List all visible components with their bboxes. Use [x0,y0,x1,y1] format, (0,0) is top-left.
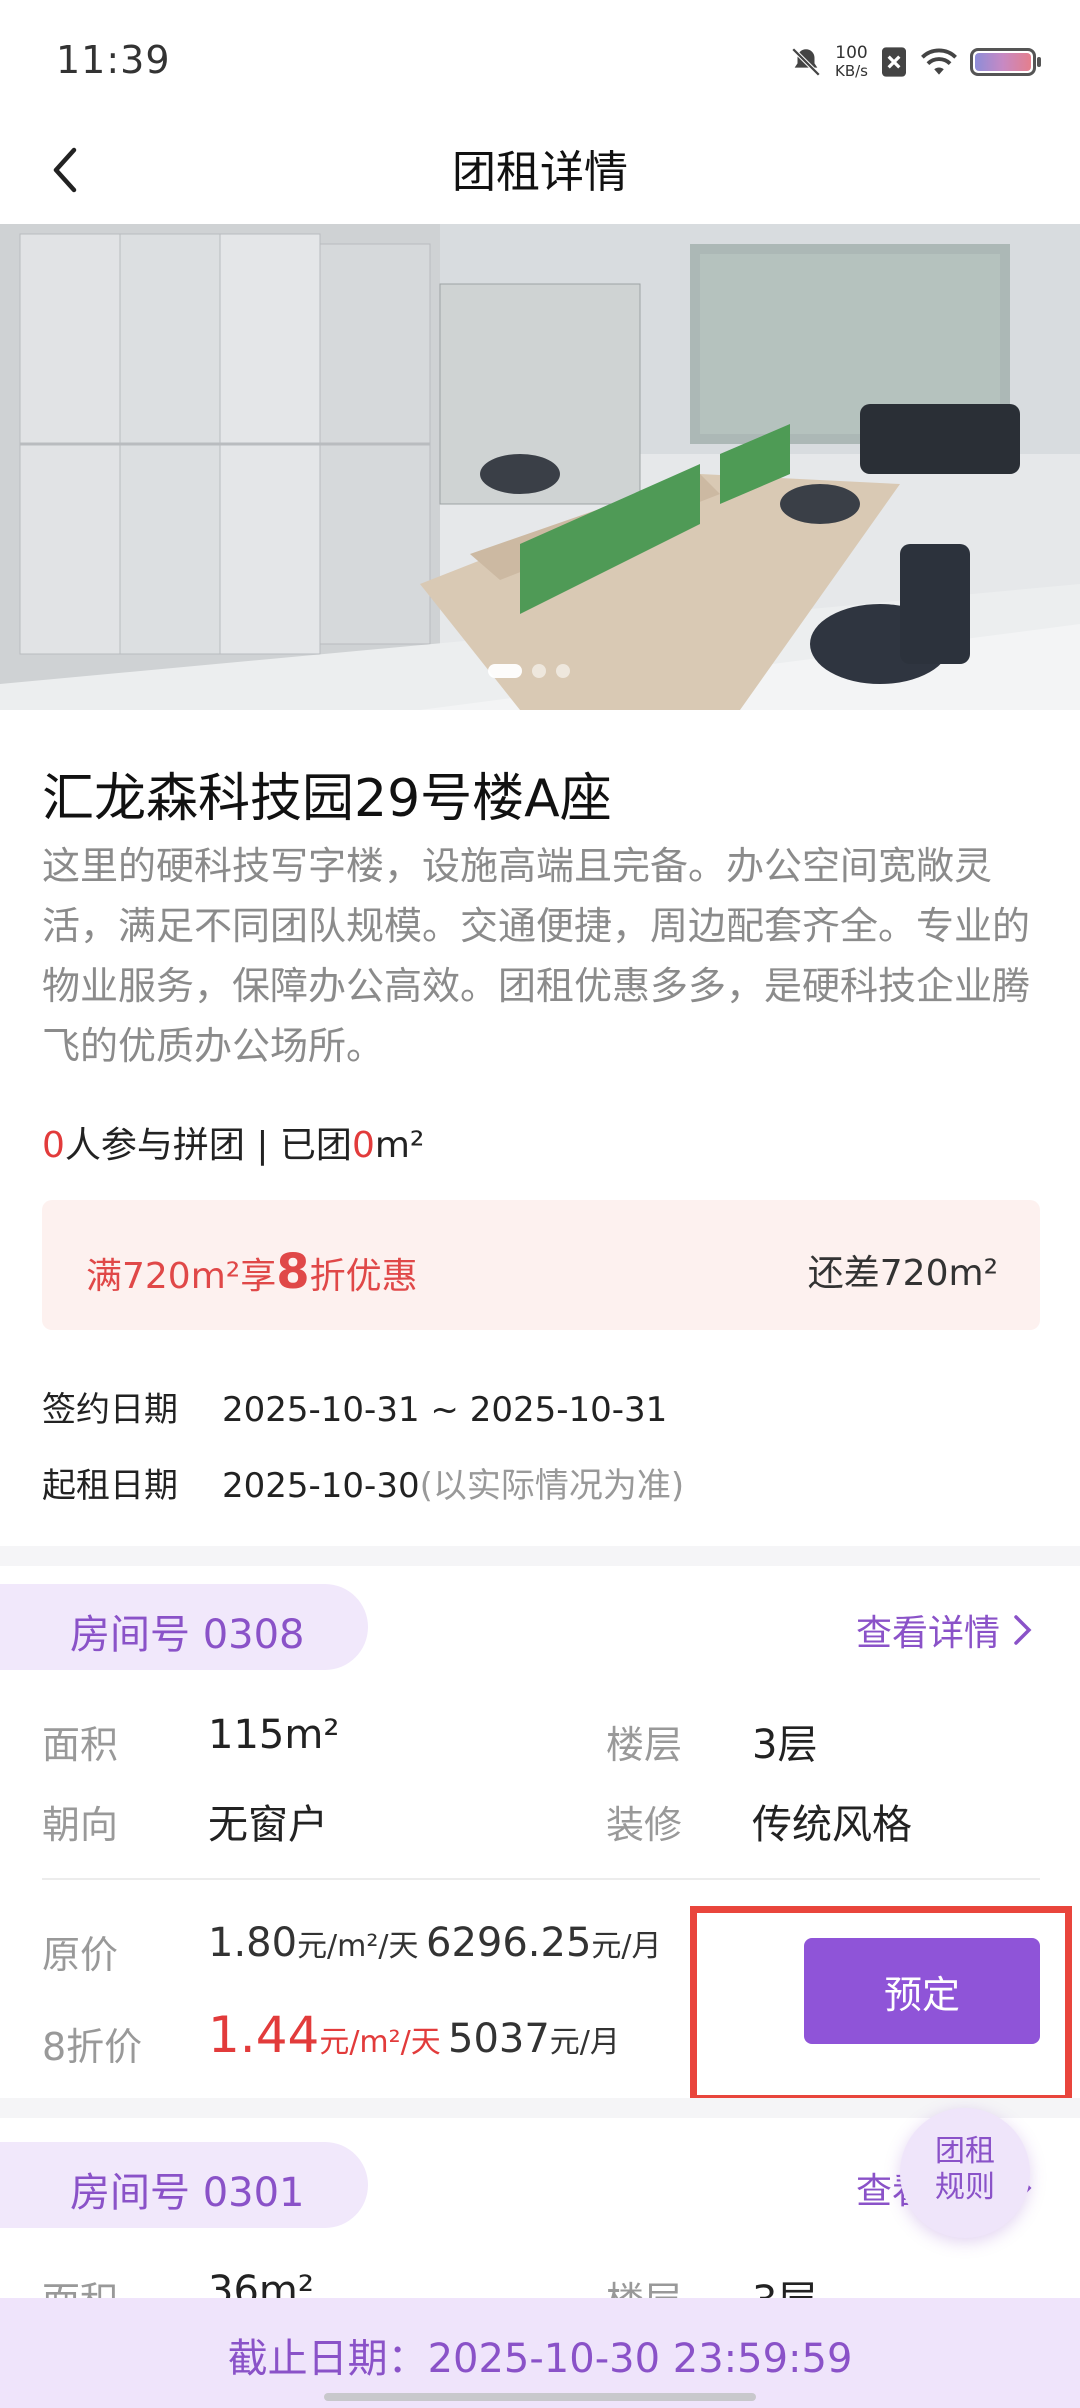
start-date-note: (以实际情况为准) [419,1466,685,1506]
floor-value: 3层 [752,1722,818,1768]
decoration-value: 传统风格 [752,1802,912,1848]
discount-rule: 满720m²享8折优惠 [86,1244,418,1300]
orientation-value: 无窗户 [208,1802,328,1848]
participants-text: 人参与拼团 | 已团 [64,1125,352,1166]
room-tag: 房间号 0308 [0,1584,368,1670]
area-label: 面积 [42,1723,119,1767]
wifi-icon [921,48,957,75]
discount-price-label: 8折价 [42,2025,143,2069]
status-time: 11:39 [56,38,171,82]
participants-count: 0 [42,1125,65,1166]
decoration-label: 装修 [606,1803,683,1847]
page-title: 团租详情 [452,147,628,198]
floor-label: 楼层 [606,1723,683,1767]
remaining-area: 还差720m² [807,1253,998,1294]
status-bar: 11:39 100 KB/s [0,0,1080,120]
discount-banner: 满720m²享8折优惠 还差720m² [42,1200,1040,1330]
deadline-text: 截止日期：2025-10-30 23:59:59 [227,2336,853,2382]
battery-icon [970,48,1041,76]
nav-bar: 团租详情 [0,120,1080,224]
carousel-dot [532,664,546,678]
sign-date-row: 签约日期 2025-10-31 ~ 2025-10-31 [42,1382,667,1431]
group-participation-summary: 0人参与拼团 | 已团0m² [42,1116,424,1168]
section-divider [0,1546,1080,1566]
grouped-area: 0 [351,1125,375,1166]
property-description: 这里的硬科技写字楼，设施高端且完备。办公空间宽敞灵活，满足不同团队规模。交通便捷… [42,844,1031,1068]
start-date-value: 2025-10-30 [222,1466,420,1506]
sign-date-label: 签约日期 [42,1390,178,1430]
room-tag: 房间号 0301 [0,2142,368,2228]
carousel-dot [556,664,570,678]
home-indicator[interactable] [324,2393,756,2401]
orientation-label: 朝向 [42,1803,119,1847]
network-speed: 100 KB/s [835,43,868,80]
original-price-label: 原价 [42,1933,119,1977]
original-monthly-price: 6296.25元/月 [426,1920,662,1966]
original-daily-price: 1.80元/m²/天 [208,1920,419,1966]
start-date-label: 起租日期 [42,1466,178,1506]
mute-bell-icon [791,47,821,77]
divider [42,1878,1040,1880]
property-name: 汇龙森科技园29号楼A座 [42,769,612,829]
carousel-indicator [488,664,570,678]
sign-date-value: 2025-10-31 ~ 2025-10-31 [222,1390,668,1430]
sim-blocked-icon [882,47,906,77]
property-photo-carousel[interactable] [0,224,1080,710]
discount-daily-price: 1.44元/m²/天 [208,2006,441,2064]
section-divider [0,2098,1080,2118]
area-value: 115m² [208,1712,340,1758]
carousel-dot [488,664,522,678]
discount-monthly-price: 5037元/月 [448,2016,620,2062]
office-photo [0,224,1080,710]
book-button[interactable]: 预定 [804,1938,1040,2044]
group-rent-rules-button[interactable]: 团租 规则 [900,2108,1030,2238]
start-date-row: 起租日期 2025-10-30(以实际情况为准) [42,1458,684,1507]
chevron-right-icon [1014,1615,1032,1645]
grouped-area-unit: m² [374,1125,425,1166]
view-detail-link[interactable]: 查看详情 [856,1604,1034,1656]
deadline-bar: 截止日期：2025-10-30 23:59:59 [0,2298,1080,2408]
status-icons: 100 KB/s [789,40,1041,84]
